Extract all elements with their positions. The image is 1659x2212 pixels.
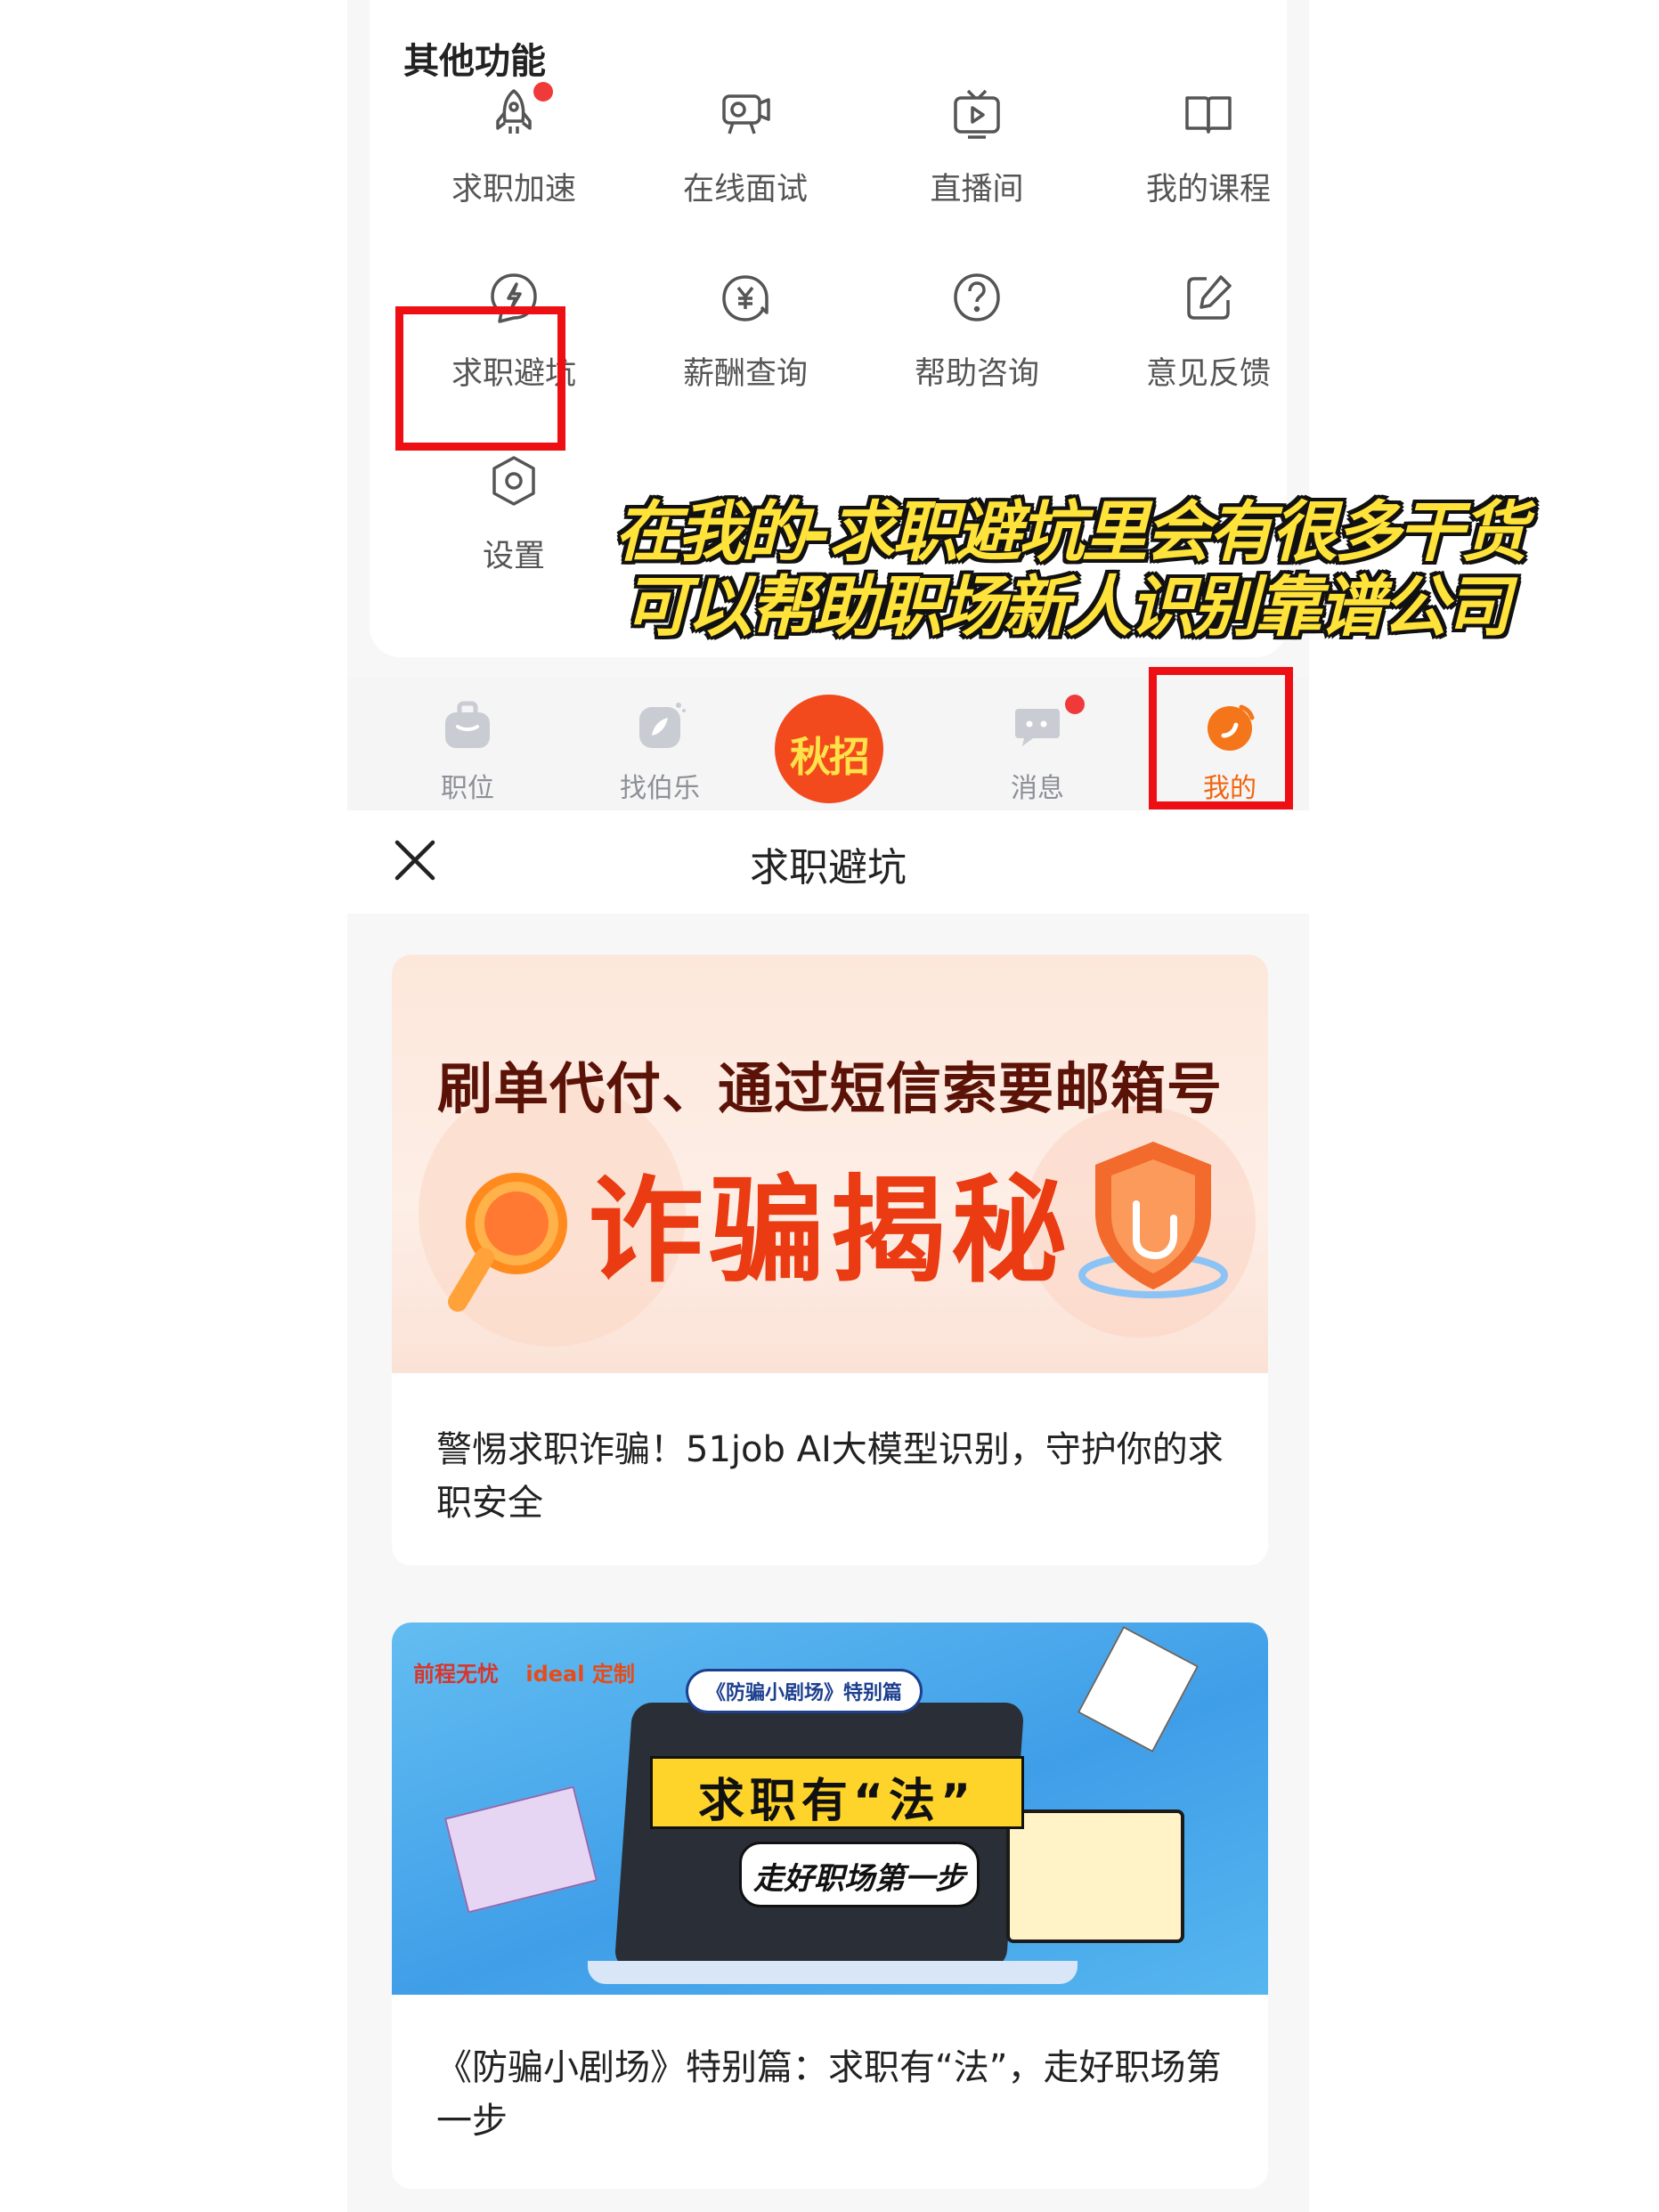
notification-dot xyxy=(1065,695,1085,714)
function-online-interview[interactable]: 在线面试 xyxy=(656,78,834,221)
function-label: 我的课程 xyxy=(1145,172,1271,207)
caption-line-2: 可以帮助职场新人识别靠谱公司 xyxy=(623,569,1511,646)
tab-label: 职位 xyxy=(441,773,494,804)
find-mentor-icon xyxy=(632,698,687,753)
banner-subline: 走好职场第一步 xyxy=(753,1861,965,1897)
tab-campus-recruit[interactable]: 秋招 xyxy=(775,695,883,803)
tab-label: 消息 xyxy=(1011,773,1064,804)
function-label: 在线面试 xyxy=(682,172,808,207)
tab-messages[interactable]: 消息 xyxy=(971,679,1104,810)
brand-name: 前程无忧 xyxy=(413,1662,499,1687)
shield-icon xyxy=(1078,1133,1229,1302)
article-banner: 刷单代付、通过短信索要邮箱号 诈骗揭秘 xyxy=(392,955,1268,1373)
tab-find-mentor[interactable]: 找伯乐 xyxy=(593,679,727,810)
function-job-boost[interactable]: 求职加速 xyxy=(425,78,603,221)
tab-jobs[interactable]: 职位 xyxy=(401,679,534,810)
briefcase-icon xyxy=(440,698,495,753)
brand-partner: ideal 定制 xyxy=(525,1662,635,1687)
live-tv-icon xyxy=(948,85,1005,142)
campus-recruit-icon: 秋招 xyxy=(790,733,870,781)
yen-coin-icon xyxy=(717,270,774,327)
function-live-room[interactable]: 直播间 xyxy=(888,78,1066,221)
article-title: 《防骗小剧场》特别篇：求职有“法”，走好职场第一步 xyxy=(436,2047,1222,2142)
function-label: 薪酬查询 xyxy=(682,356,808,392)
article-card[interactable]: 刷单代付、通过短信索要邮箱号 诈骗揭秘 警惕求职诈骗！51job AI大模型识别… xyxy=(392,955,1268,1565)
document-illustration xyxy=(1077,1625,1200,1753)
open-book-icon xyxy=(1180,85,1237,142)
edit-feedback-icon xyxy=(1180,270,1237,327)
function-label: 直播间 xyxy=(930,172,1024,207)
section-title: 其他功能 xyxy=(403,41,546,82)
id-card-illustration xyxy=(1006,1809,1184,1943)
page-header: 求职避坑 xyxy=(347,810,1309,914)
function-label: 帮助咨询 xyxy=(914,356,1039,392)
help-question-icon xyxy=(948,270,1005,327)
highlight-box-avoid-traps xyxy=(395,306,565,451)
banner-subtitle: 刷单代付、通过短信索要邮箱号 xyxy=(436,1056,1223,1121)
function-label: 求职加速 xyxy=(451,172,576,207)
video-camera-icon xyxy=(717,85,774,142)
laptop-illustration xyxy=(614,1703,1025,1970)
function-settings[interactable]: 设置 xyxy=(425,445,603,588)
function-salary-lookup[interactable]: 薪酬查询 xyxy=(656,263,834,405)
function-my-courses[interactable]: 我的课程 xyxy=(1119,78,1297,221)
function-help-consult[interactable]: 帮助咨询 xyxy=(888,263,1066,405)
function-label: 设置 xyxy=(482,539,545,574)
brand-logo: 前程无忧 ideal 定制 xyxy=(413,1656,635,1687)
settings-icon xyxy=(485,452,542,509)
article-banner: 前程无忧 ideal 定制 《防骗小剧场》特别篇 求职有“法” 走好职场第一步 xyxy=(392,1622,1268,1995)
function-label: 意见反馈 xyxy=(1145,356,1271,392)
banner-headline: 求职有“法” xyxy=(697,1775,977,1828)
laptop-base xyxy=(588,1961,1078,1984)
function-feedback[interactable]: 意见反馈 xyxy=(1119,263,1297,405)
page-title: 求职避坑 xyxy=(750,845,907,890)
chat-bubble-icon xyxy=(1010,698,1065,753)
notification-dot xyxy=(533,82,553,102)
article-title: 警惕求职诈骗！51job AI大模型识别，守护你的求职安全 xyxy=(436,1429,1224,1524)
highlight-box-me-tab xyxy=(1149,667,1293,809)
magnifier-icon xyxy=(445,1168,570,1320)
article-card[interactable]: 前程无忧 ideal 定制 《防骗小剧场》特别篇 求职有“法” 走好职场第一步 … xyxy=(392,1622,1268,2189)
chart-card-illustration xyxy=(443,1785,598,1914)
series-badge: 《防骗小剧场》特别篇 xyxy=(686,1669,923,1713)
tab-label: 找伯乐 xyxy=(620,773,700,804)
